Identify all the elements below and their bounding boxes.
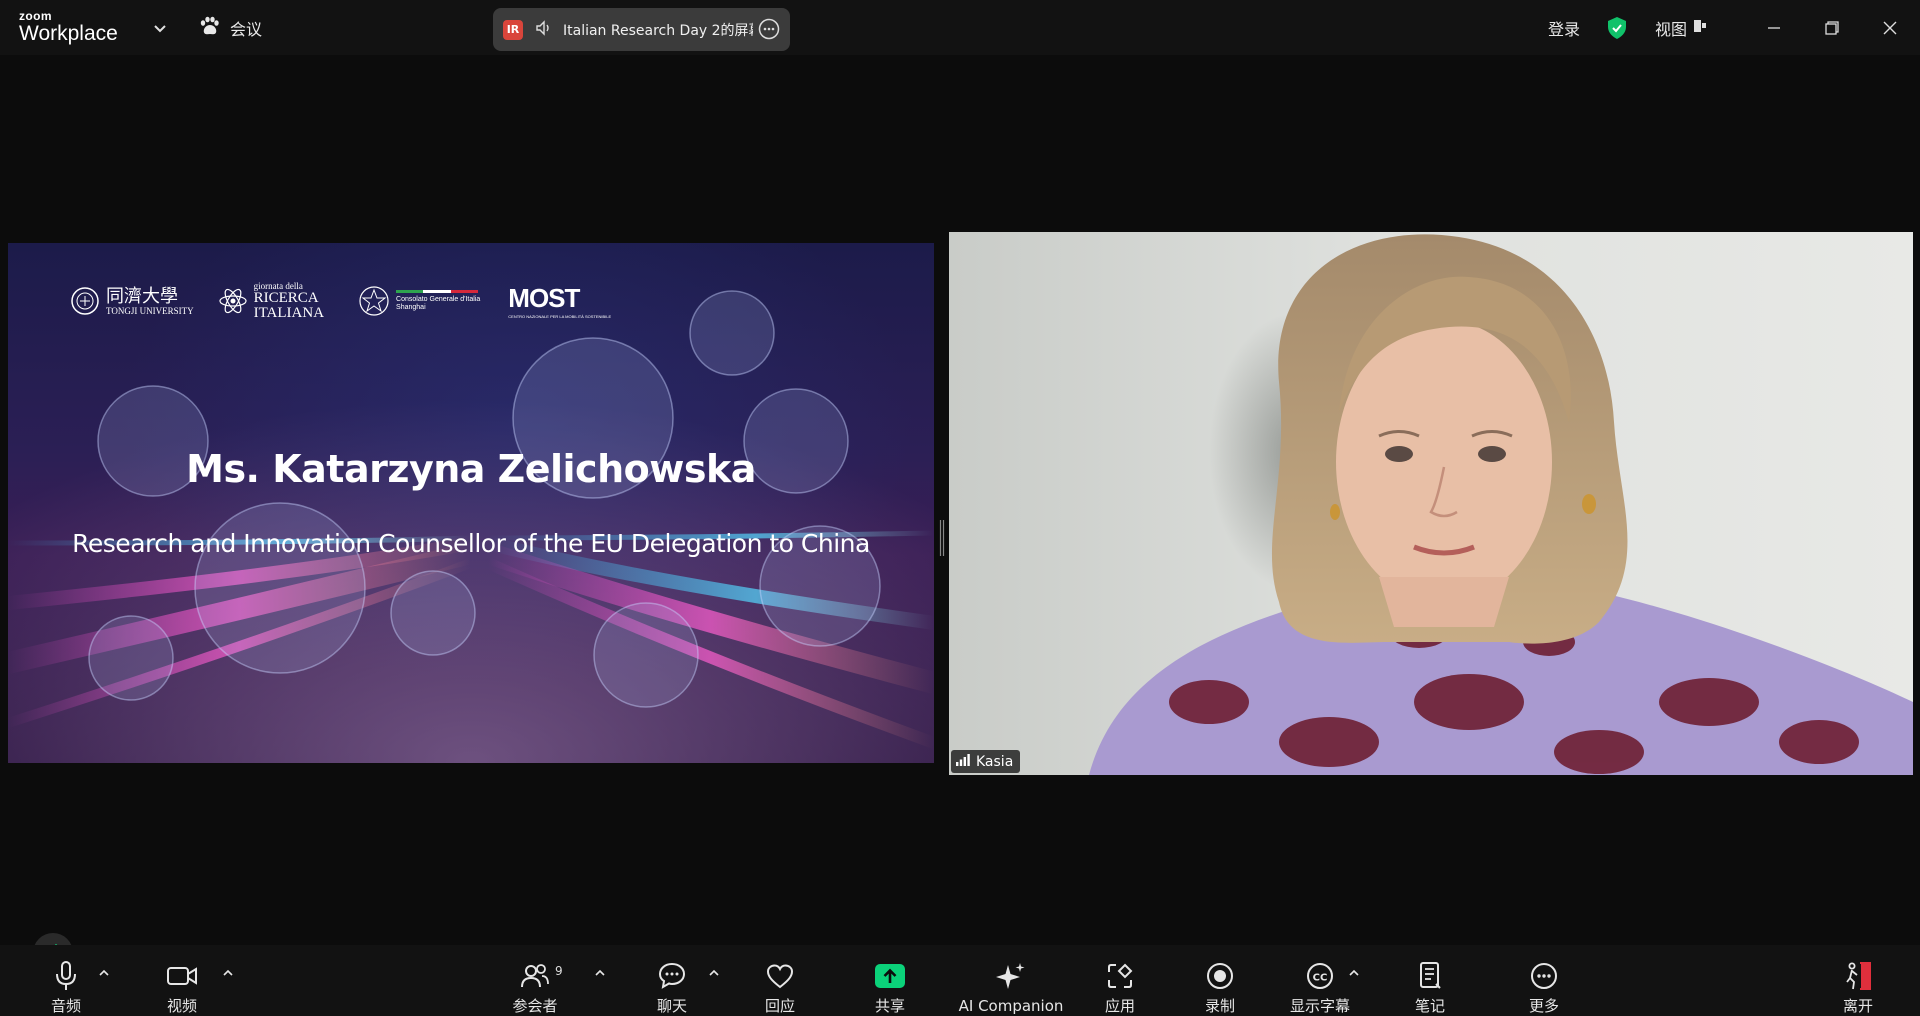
- captions-button[interactable]: CC 显示字幕: [1286, 945, 1354, 1016]
- participants-button[interactable]: 参会者: [510, 945, 560, 1016]
- italy-emblem-icon: [359, 286, 389, 316]
- view-label: 视图: [1655, 20, 1688, 39]
- apps-label: 应用: [1104, 997, 1135, 1015]
- react-button[interactable]: 回应: [760, 945, 800, 1016]
- ai-companion-label: AI Companion: [958, 997, 1064, 1015]
- logo-workplace-text: Workplace: [19, 22, 118, 45]
- more-dots-icon: [1529, 959, 1559, 993]
- audio-options-chevron-icon[interactable]: [97, 965, 111, 979]
- logo-zoom-text: zoom: [19, 9, 52, 23]
- most-text: MOST: [508, 283, 580, 313]
- speaker-role: Research and Innovation Counsellor of th…: [72, 529, 870, 558]
- chat-label: 聊天: [656, 997, 687, 1015]
- consolato-line1: Consolato Generale d'Italia: [396, 296, 481, 303]
- restore-icon[interactable]: [1818, 14, 1846, 42]
- meeting-toolbar: 音频 视频 参会者 9 聊天 回应 共享 AI Companion 应用 录制 …: [0, 945, 1920, 1016]
- captions-label: 显示字幕: [1289, 997, 1350, 1015]
- ricerca-italiana-logo: giornata della RICERCA ITALIANA: [218, 281, 324, 321]
- ai-companion-button[interactable]: AI Companion: [958, 945, 1064, 1016]
- participants-options-chevron-icon[interactable]: [593, 965, 607, 979]
- speaker-name: Ms. Katarzyna Zelichowska: [186, 447, 756, 491]
- participant-name-tag: Kasia: [951, 750, 1021, 773]
- sponsor-logos: 同濟大學 TONGJI UNIVERSITY giornata della RI…: [70, 281, 611, 321]
- signal-strength-icon: [956, 753, 970, 770]
- audio-button[interactable]: 音频: [44, 945, 88, 1016]
- slide-background-art: [8, 243, 934, 763]
- participants-label: 参会者: [512, 997, 558, 1015]
- sparkle-icon: [995, 959, 1027, 995]
- atom-star-icon: [218, 288, 247, 314]
- apps-button[interactable]: 应用: [1100, 945, 1140, 1016]
- more-options-icon[interactable]: [758, 18, 780, 44]
- view-menu[interactable]: 视图: [1655, 14, 1707, 42]
- view-layout-icon: [1693, 18, 1707, 38]
- tongji-logo: 同濟大學 TONGJI UNIVERSITY: [70, 286, 194, 316]
- screen-share-indicator[interactable]: IR Italian Research Day 2的屏幕: [493, 8, 790, 51]
- leave-button[interactable]: 离开: [1838, 945, 1878, 1016]
- participant-video-frame: [1089, 234, 1913, 775]
- video-button[interactable]: 视频: [162, 945, 202, 1016]
- italian-flag-bar: [396, 290, 479, 293]
- chat-button[interactable]: 聊天: [652, 945, 692, 1016]
- shared-screen: 同濟大學 TONGJI UNIVERSITY giornata della RI…: [8, 243, 934, 763]
- security-shield-icon[interactable]: [1606, 14, 1628, 42]
- record-button[interactable]: 录制: [1200, 945, 1240, 1016]
- ricerca-text: RICERCA: [253, 290, 319, 306]
- share-title: Italian Research Day 2的屏幕: [563, 22, 753, 39]
- video-label: 视频: [166, 997, 197, 1015]
- react-label: 回应: [764, 997, 795, 1015]
- video-options-chevron-icon[interactable]: [221, 965, 235, 979]
- meeting-menu[interactable]: 会议: [198, 14, 262, 42]
- consolato-line2: Shanghai: [396, 304, 426, 311]
- record-label: 录制: [1204, 997, 1235, 1015]
- signin-button[interactable]: 登录: [1548, 14, 1580, 42]
- meeting-label: 会议: [230, 20, 263, 39]
- most-subtitle: CENTRO NAZIONALE PER LA MOBILITÀ SOSTENI…: [508, 314, 612, 319]
- heart-icon: [765, 959, 795, 993]
- split-view-handle[interactable]: [939, 520, 945, 556]
- apps-icon: [1105, 959, 1135, 993]
- consolato-logo: Consolato Generale d'Italia Shanghai: [358, 284, 480, 318]
- leave-door-icon: [1842, 959, 1874, 993]
- participants-icon: [520, 959, 550, 993]
- most-logo: MOST CENTRO NAZIONALE PER LA MOBILITÀ SO…: [508, 283, 611, 319]
- minimize-icon[interactable]: [1760, 14, 1788, 42]
- participant-name: Kasia: [976, 753, 1014, 770]
- notes-label: 笔记: [1414, 997, 1445, 1015]
- share-screen-icon: [874, 959, 906, 993]
- chat-options-chevron-icon[interactable]: [707, 965, 721, 979]
- sharer-avatar-badge: IR: [503, 19, 523, 40]
- tongji-seal-icon: [71, 287, 99, 315]
- record-icon: [1205, 959, 1235, 993]
- notes-icon: [1416, 959, 1444, 993]
- participants-count: 9: [555, 964, 563, 978]
- tongji-cn: 同濟大學: [106, 285, 178, 306]
- more-label: 更多: [1528, 997, 1559, 1015]
- zoom-workplace-logo[interactable]: zoom Workplace: [19, 10, 137, 46]
- more-button[interactable]: 更多: [1524, 945, 1564, 1016]
- share-label: 共享: [874, 997, 905, 1015]
- audio-label: 音频: [50, 997, 81, 1015]
- tongji-en: TONGJI UNIVERSITY: [106, 305, 194, 316]
- chat-icon: [657, 959, 687, 993]
- closed-caption-icon: CC: [1304, 959, 1336, 993]
- participant-video[interactable]: Kasia: [949, 232, 1913, 775]
- paw-icon: [198, 15, 220, 41]
- meeting-stage: 同濟大學 TONGJI UNIVERSITY giornata della RI…: [0, 55, 1920, 973]
- share-button[interactable]: 共享: [870, 945, 910, 1016]
- camera-icon: [166, 959, 198, 993]
- title-bar: zoom Workplace 会议 IR Italian Research Da…: [0, 0, 1920, 55]
- svg-text:CC: CC: [1313, 973, 1328, 984]
- close-icon[interactable]: [1876, 14, 1904, 42]
- microphone-icon: [53, 959, 79, 993]
- notes-button[interactable]: 笔记: [1410, 945, 1450, 1016]
- leave-label: 离开: [1842, 997, 1873, 1015]
- chevron-down-icon[interactable]: [150, 18, 170, 38]
- italiana-text: ITALIANA: [253, 305, 325, 321]
- captions-options-chevron-icon[interactable]: [1347, 965, 1361, 979]
- speaker-icon[interactable]: [535, 19, 553, 41]
